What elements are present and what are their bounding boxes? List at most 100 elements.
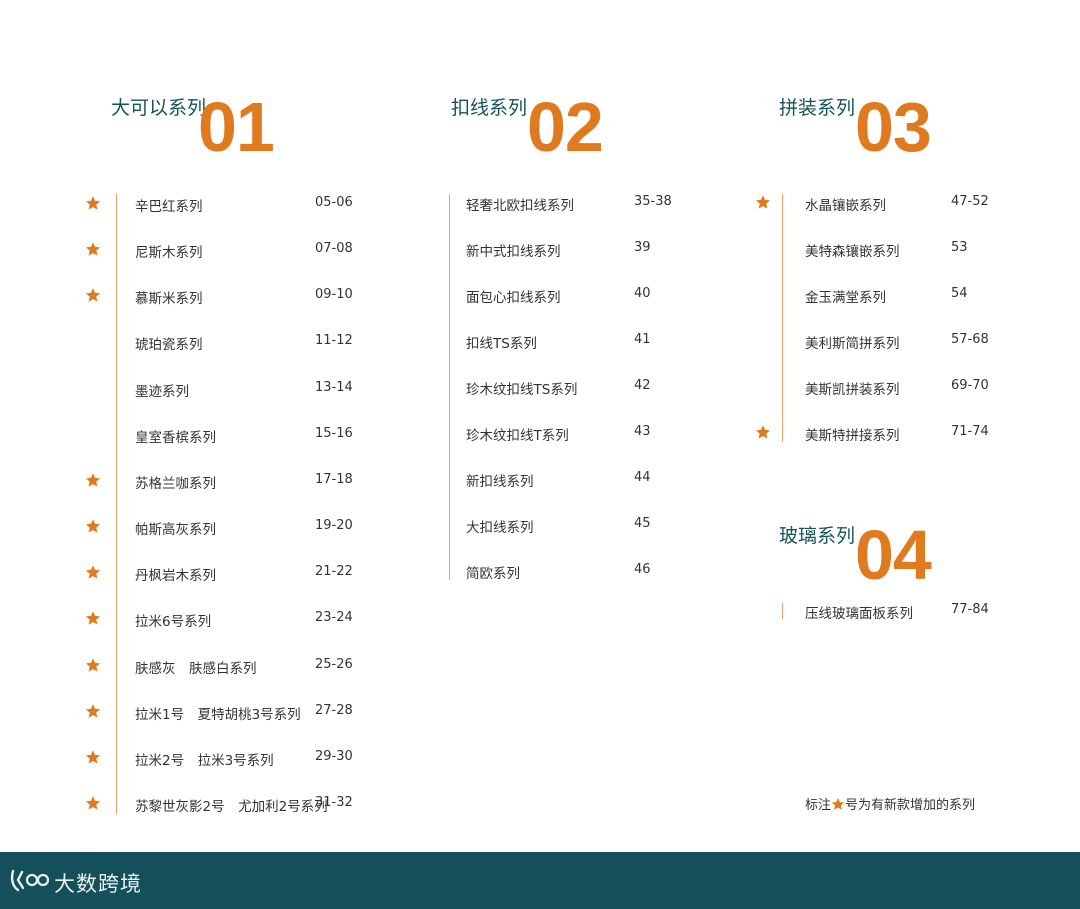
list-item: 美特森镶嵌系列 53 — [805, 240, 1011, 260]
item-pages: 43 — [634, 424, 651, 439]
star-icon — [85, 518, 101, 534]
list-item: 珍木纹扣线T系列 43 — [466, 424, 694, 444]
star-icon — [85, 195, 101, 211]
item-name: 美特森镶嵌系列 — [805, 244, 900, 260]
list-item: 帕斯高灰系列 19-20 — [135, 518, 375, 538]
item-name: 琥珀瓷系列 — [135, 337, 203, 353]
item-pages: 35-38 — [634, 194, 672, 209]
item-pages: 11-12 — [315, 333, 353, 348]
star-icon — [85, 703, 101, 719]
item-pages: 39 — [634, 240, 651, 255]
note-text-before: 标注 — [805, 798, 832, 813]
star-icon — [85, 564, 101, 580]
brand-logo-icon — [10, 868, 50, 898]
star-icon — [831, 798, 845, 813]
item-pages: 27-28 — [315, 703, 353, 718]
star-icon — [85, 287, 101, 303]
star-icon — [755, 194, 771, 210]
list-item: 皇室香槟系列 15-16 — [135, 426, 375, 446]
item-name: 水晶镶嵌系列 — [805, 198, 886, 214]
item-name: 拉米6号系列 — [135, 614, 212, 630]
item-name: 珍木纹扣线TS系列 — [466, 382, 578, 398]
item-name: 简欧系列 — [466, 566, 520, 582]
list-item: 水晶镶嵌系列 47-52 — [805, 194, 1011, 214]
section-title: 扣线系列 — [451, 97, 528, 119]
legend-note: 标注 号为有新款增加的系列 — [805, 794, 975, 813]
section-title: 玻璃系列 — [779, 525, 856, 547]
list-item: 肤感灰 肤感白系列 25-26 — [135, 657, 375, 677]
item-name: 扣线TS系列 — [466, 336, 537, 352]
section-number: 01 — [198, 88, 275, 166]
item-name: 珍木纹扣线T系列 — [466, 428, 569, 444]
item-pages: 25-26 — [315, 657, 353, 672]
item-pages: 53 — [951, 240, 968, 255]
item-name: 美利斯简拼系列 — [805, 336, 900, 352]
section-number: 03 — [855, 88, 932, 166]
list-item: 美利斯简拼系列 57-68 — [805, 332, 1011, 352]
item-name: 皇室香槟系列 — [135, 430, 216, 446]
star-icon — [85, 610, 101, 626]
list-item: 新中式扣线系列 39 — [466, 240, 694, 260]
item-name: 压线玻璃面板系列 — [805, 606, 913, 622]
list-item: 拉米1号 夏特胡桃3号系列 27-28 — [135, 703, 375, 723]
footer-bar — [0, 852, 1080, 909]
item-pages: 69-70 — [951, 378, 989, 393]
item-name: 苏黎世灰影2号 尤加利2号系列 — [135, 799, 328, 815]
list-item: 简欧系列 46 — [466, 562, 694, 582]
item-name: 苏格兰咖系列 — [135, 476, 216, 492]
brand-name: 大数跨境 — [54, 872, 142, 896]
list-item: 面包心扣线系列 40 — [466, 286, 694, 306]
star-icon — [85, 795, 101, 811]
item-pages: 40 — [634, 286, 651, 301]
item-name: 帕斯高灰系列 — [135, 522, 216, 538]
list-item: 拉米2号 拉米3号系列 29-30 — [135, 749, 375, 769]
item-name: 面包心扣线系列 — [466, 290, 561, 306]
item-pages: 77-84 — [951, 602, 989, 617]
list-item: 金玉满堂系列 54 — [805, 286, 1011, 306]
item-pages: 44 — [634, 470, 651, 485]
list-item: 拉米6号系列 23-24 — [135, 610, 375, 630]
item-pages: 15-16 — [315, 426, 353, 441]
list-item: 轻奢北欧扣线系列 35-38 — [466, 194, 694, 214]
item-pages: 31-32 — [315, 795, 353, 810]
item-pages: 07-08 — [315, 241, 353, 256]
star-icon — [85, 241, 101, 257]
section-number: 04 — [855, 516, 932, 594]
item-name: 新中式扣线系列 — [466, 244, 561, 260]
item-pages: 13-14 — [315, 380, 353, 395]
star-icon — [85, 749, 101, 765]
item-pages: 45 — [634, 516, 651, 531]
item-pages: 57-68 — [951, 332, 989, 347]
section-title: 拼装系列 — [779, 97, 856, 119]
item-name: 尼斯木系列 — [135, 245, 203, 261]
item-pages: 47-52 — [951, 194, 989, 209]
item-name: 新扣线系列 — [466, 474, 534, 490]
list-item: 美斯凯拼装系列 69-70 — [805, 378, 1011, 398]
list-item: 丹枫岩木系列 21-22 — [135, 564, 375, 584]
item-name: 轻奢北欧扣线系列 — [466, 198, 574, 214]
item-pages: 21-22 — [315, 564, 353, 579]
item-name: 拉米2号 拉米3号系列 — [135, 753, 274, 769]
list-item: 尼斯木系列 07-08 — [135, 241, 375, 261]
item-name: 丹枫岩木系列 — [135, 568, 216, 584]
list-item: 压线玻璃面板系列 77-84 — [805, 602, 1011, 622]
star-icon — [85, 657, 101, 673]
section-divider — [782, 194, 783, 442]
item-name: 拉米1号 夏特胡桃3号系列 — [135, 707, 301, 723]
list-item: 墨迹系列 13-14 — [135, 380, 375, 400]
note-text-after: 号为有新款增加的系列 — [845, 798, 976, 813]
section-divider — [782, 603, 783, 619]
section-divider — [449, 194, 450, 580]
item-pages: 23-24 — [315, 610, 353, 625]
list-item: 扣线TS系列 41 — [466, 332, 694, 352]
list-item: 大扣线系列 45 — [466, 516, 694, 536]
item-pages: 71-74 — [951, 424, 989, 439]
item-pages: 42 — [634, 378, 651, 393]
list-item: 新扣线系列 44 — [466, 470, 694, 490]
section-number: 02 — [527, 88, 604, 166]
item-pages: 17-18 — [315, 472, 353, 487]
item-name: 肤感灰 肤感白系列 — [135, 661, 257, 677]
star-icon — [755, 424, 771, 440]
list-item: 苏黎世灰影2号 尤加利2号系列 31-32 — [135, 795, 375, 815]
item-pages: 29-30 — [315, 749, 353, 764]
